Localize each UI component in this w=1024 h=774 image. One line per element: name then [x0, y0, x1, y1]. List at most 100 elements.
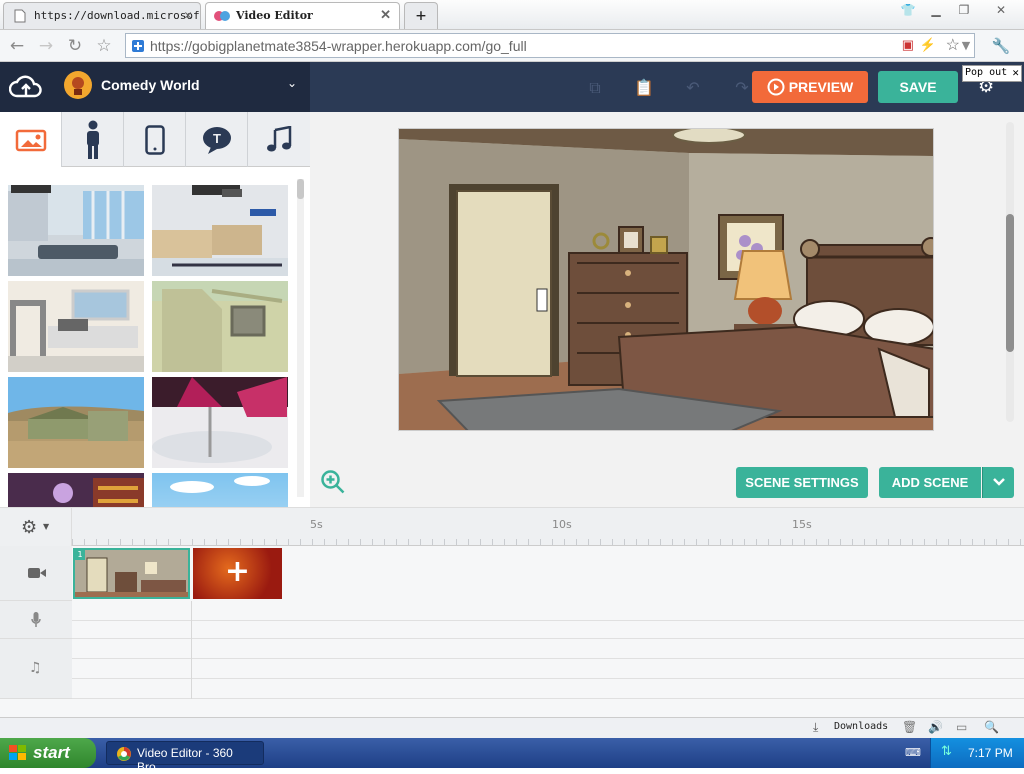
tick-label: 10s — [552, 518, 572, 531]
close-window-icon[interactable]: ✕ — [990, 3, 1012, 21]
network-icon[interactable]: ⇅ — [941, 744, 952, 759]
browser-tab-active[interactable]: Video Editor ✕ — [205, 2, 400, 29]
close-tab-icon[interactable]: ✕ — [184, 8, 192, 23]
download-icon[interactable]: ⤓ — [813, 720, 818, 735]
scene-canvas[interactable] — [398, 128, 934, 431]
tent-image — [152, 289, 288, 372]
time-ruler[interactable]: 5s 10s 15s — [72, 508, 1024, 546]
tab-backgrounds[interactable] — [0, 112, 62, 167]
new-tab-button[interactable]: + — [404, 2, 438, 29]
add-scene-dropdown[interactable] — [982, 467, 1014, 498]
tab-music[interactable] — [248, 112, 310, 167]
library-scrollbar[interactable] — [297, 179, 304, 497]
windows-taskbar: start Video Editor - 360 Bro... ⌨ ⇅ 7:17… — [0, 738, 1024, 774]
background-thumbnail[interactable] — [152, 377, 288, 468]
voice-lane[interactable] — [72, 621, 1024, 639]
music-note-icon: ♫ — [29, 660, 42, 676]
background-thumbnail[interactable] — [152, 281, 288, 372]
voice-track-label — [0, 601, 72, 639]
scene-divider — [191, 601, 192, 699]
copy-icon[interactable]: ⧉ — [584, 78, 606, 98]
taskbar-item[interactable]: Video Editor - 360 Bro... — [106, 741, 264, 774]
project-title[interactable]: Comedy World — [101, 77, 200, 93]
background-thumbnail[interactable] — [8, 185, 144, 276]
airport-lounge-image — [8, 185, 144, 276]
start-button[interactable]: start — [0, 738, 96, 768]
url-input[interactable]: https://gobigplanetmate3854-wrapper.hero… — [125, 33, 975, 58]
keyboard-icon[interactable]: ⌨ — [905, 746, 921, 759]
asset-category-tabs: T — [0, 112, 310, 167]
bookmark-star-icon[interactable]: ☆ — [93, 35, 115, 57]
popup-blocked-icon[interactable]: ▣ — [902, 37, 914, 53]
music-lane[interactable] — [72, 639, 1024, 659]
maximize-icon[interactable]: ❐ — [953, 3, 975, 21]
background-thumbnail[interactable] — [152, 185, 288, 276]
trash-icon[interactable]: 🗑 — [902, 720, 917, 734]
close-tab-icon[interactable]: ✕ — [380, 8, 391, 23]
minimize-icon[interactable]: ▁ — [925, 3, 947, 21]
clock: 7:17 PM — [968, 746, 1013, 760]
background-thumbnail[interactable] — [8, 473, 144, 507]
tab-text[interactable]: T — [186, 112, 248, 167]
character-icon — [86, 120, 99, 159]
video-track-label — [0, 546, 72, 601]
check-in-counter-image — [152, 185, 288, 276]
page-icon — [14, 9, 26, 23]
save-button[interactable]: SAVE — [878, 71, 958, 103]
music-track-label: ♫ — [0, 639, 72, 699]
reload-icon[interactable]: ↻ — [64, 35, 86, 57]
scene-settings-button[interactable]: SCENE SETTINGS — [736, 467, 868, 498]
chevron-down-icon[interactable]: ⌄ — [287, 76, 297, 90]
timeline-settings[interactable]: ⚙ ▼ — [0, 508, 72, 546]
forward-icon[interactable]: → — [35, 35, 57, 57]
timeline: ⚙ ▼ 5s 10s 15s ♫ 1 + — [0, 507, 1024, 717]
settings-gear-icon[interactable]: ⚙ — [21, 517, 37, 538]
browser-tab-bar: https://download.microsof ✕ Video Editor… — [0, 0, 1024, 30]
start-label: start — [33, 743, 70, 762]
secure-shield-icon — [132, 40, 144, 52]
preview-button[interactable]: PREVIEW — [752, 71, 868, 103]
music-lane[interactable] — [72, 679, 1024, 699]
browser-tab[interactable]: https://download.microsof ✕ — [3, 2, 201, 29]
background-library — [0, 167, 310, 507]
tab-props[interactable] — [124, 112, 186, 167]
volume-icon[interactable]: 🔊 — [928, 720, 943, 734]
tools-wrench-icon[interactable]: 🔧 — [990, 35, 1012, 57]
stage-image — [152, 377, 288, 463]
stage-scrollbar[interactable] — [1006, 122, 1014, 422]
close-icon[interactable]: ✕ — [1012, 66, 1019, 79]
app-header: Comedy World ⌄ ⧉ 📋 ↶ ↷ PREVIEW SAVE ⚙ Po… — [0, 62, 1024, 112]
paste-icon[interactable]: 📋 — [633, 78, 655, 98]
tab-characters[interactable] — [62, 112, 124, 167]
microphone-icon — [31, 612, 41, 627]
background-thumbnail[interactable] — [8, 377, 144, 468]
caret-down-icon[interactable]: ▼ — [43, 522, 49, 531]
background-thumbnail[interactable] — [8, 281, 144, 372]
music-lane[interactable] — [72, 659, 1024, 679]
url-dropdown-icon[interactable]: ▼ — [955, 35, 977, 57]
scene-number: 1 — [75, 550, 85, 560]
tab-title: Video Editor — [236, 9, 313, 22]
security-check-image — [8, 289, 144, 372]
background-thumbnail[interactable] — [152, 473, 288, 507]
music-icon — [267, 125, 292, 151]
upload-cloud-icon[interactable] — [9, 74, 43, 100]
tick-label: 5s — [310, 518, 323, 531]
scene-clip[interactable]: 1 — [73, 548, 190, 599]
back-icon[interactable]: ← — [6, 35, 28, 57]
character-face-icon — [72, 77, 84, 95]
system-tray: ⇅ 7:17 PM — [930, 738, 1024, 768]
voice-lane[interactable] — [72, 601, 1024, 621]
skin-icon[interactable]: 👕 — [897, 3, 919, 21]
redo-icon[interactable]: ↷ — [731, 78, 753, 98]
undo-icon[interactable]: ↶ — [682, 78, 704, 98]
chevron-down-icon — [992, 478, 1005, 486]
add-scene-button[interactable]: ADD SCENE — [879, 467, 981, 498]
popout-button[interactable]: Pop out ✕ — [962, 65, 1022, 82]
add-scene-clip[interactable]: + — [193, 548, 282, 599]
speed-icon[interactable]: ⚡ — [920, 37, 936, 53]
downloads-label[interactable]: Downloads — [834, 721, 888, 732]
window-icon[interactable]: ▭ — [956, 720, 967, 734]
zoom-icon[interactable]: 🔍 — [984, 720, 999, 734]
zoom-in-icon[interactable] — [320, 469, 346, 495]
